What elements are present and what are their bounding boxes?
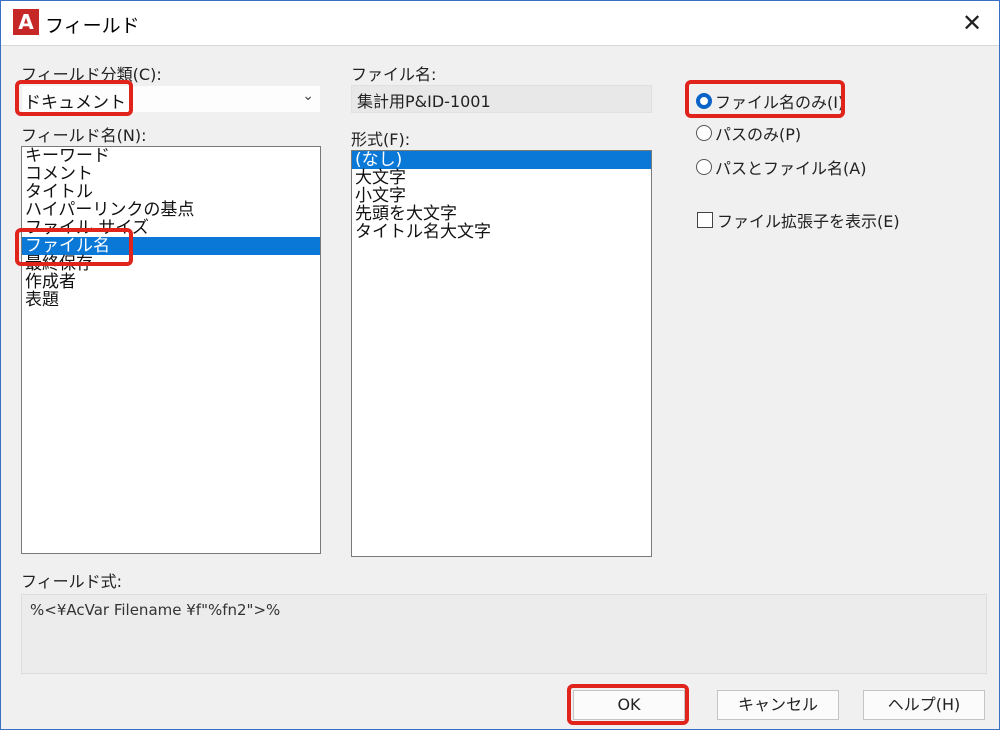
radio-path-and-filename-label: パスとファイル名(A) <box>715 159 867 178</box>
list-item[interactable]: タイトル名大文字 <box>352 223 651 241</box>
list-item[interactable]: ハイパーリンクの基点 <box>22 201 320 219</box>
help-button[interactable]: ヘルプ(H) <box>863 690 985 720</box>
dialog-title: フィールド <box>45 15 140 37</box>
cancel-button[interactable]: キャンセル <box>717 690 839 720</box>
radio-filename-only[interactable]: ファイル名のみ(I) <box>696 89 844 113</box>
field-dialog: A フィールド ✕ フィールド分類(C): ドキュメント ⌄ フィールド名(N)… <box>0 0 1000 730</box>
ok-button[interactable]: OK <box>573 690 685 720</box>
list-item[interactable]: 先頭を大文字 <box>352 205 651 223</box>
chevron-down-icon: ⌄ <box>302 88 314 104</box>
file-name-display: 集計用P&ID-1001 <box>351 85 652 113</box>
category-value: ドキュメント <box>24 93 126 113</box>
list-item[interactable]: 最終保存 <box>22 255 320 273</box>
field-names-list[interactable]: キーワード コメント タイトル ハイパーリンクの基点 ファイル サイズ ファイル名 最終保存… <box>21 146 321 554</box>
file-name-value: 集計用P&ID-1001 <box>357 92 491 111</box>
list-item[interactable]: ファイル名 <box>22 237 320 255</box>
category-dropdown[interactable]: ドキュメント ⌄ <box>21 85 321 113</box>
radio-unchecked-icon <box>696 125 712 141</box>
list-item[interactable]: 作成者 <box>22 273 320 291</box>
show-extension-label: ファイル拡張子を表示(E) <box>717 212 900 231</box>
format-list[interactable]: (なし) 大文字 小文字 先頭を大文字 タイトル名大文字 <box>351 150 652 557</box>
field-names-label: フィールド名(N): <box>21 126 147 145</box>
list-item[interactable]: 小文字 <box>352 187 651 205</box>
list-item[interactable]: ファイル サイズ <box>22 219 320 237</box>
checkbox-unchecked-icon <box>697 212 713 228</box>
category-label: フィールド分類(C): <box>21 65 162 84</box>
radio-checked-icon <box>696 93 712 109</box>
list-item[interactable]: キーワード <box>22 147 320 165</box>
list-item[interactable]: (なし) <box>352 151 651 169</box>
field-expression-value: %<¥AcVar Filename ¥f"%fn2">% <box>30 601 281 619</box>
file-name-label: ファイル名: <box>351 65 437 84</box>
radio-unchecked-icon <box>696 159 712 175</box>
radio-path-and-filename[interactable]: パスとファイル名(A) <box>696 155 866 179</box>
list-item[interactable]: 大文字 <box>352 169 651 187</box>
field-expression-box: %<¥AcVar Filename ¥f"%fn2">% <box>21 594 987 674</box>
autocad-app-icon: A <box>13 9 39 35</box>
expression-label: フィールド式: <box>21 572 123 591</box>
radio-path-only-label: パスのみ(P) <box>715 125 802 144</box>
radio-path-only[interactable]: パスのみ(P) <box>696 121 801 145</box>
list-item[interactable]: タイトル <box>22 183 320 201</box>
radio-filename-only-label: ファイル名のみ(I) <box>715 93 845 112</box>
close-button[interactable]: ✕ <box>955 7 989 39</box>
list-item[interactable]: コメント <box>22 165 320 183</box>
show-extension-checkbox[interactable]: ファイル拡張子を表示(E) <box>697 208 900 232</box>
format-label: 形式(F): <box>351 130 411 149</box>
list-item[interactable]: 表題 <box>22 291 320 309</box>
title-bar: A フィールド ✕ <box>1 1 999 46</box>
